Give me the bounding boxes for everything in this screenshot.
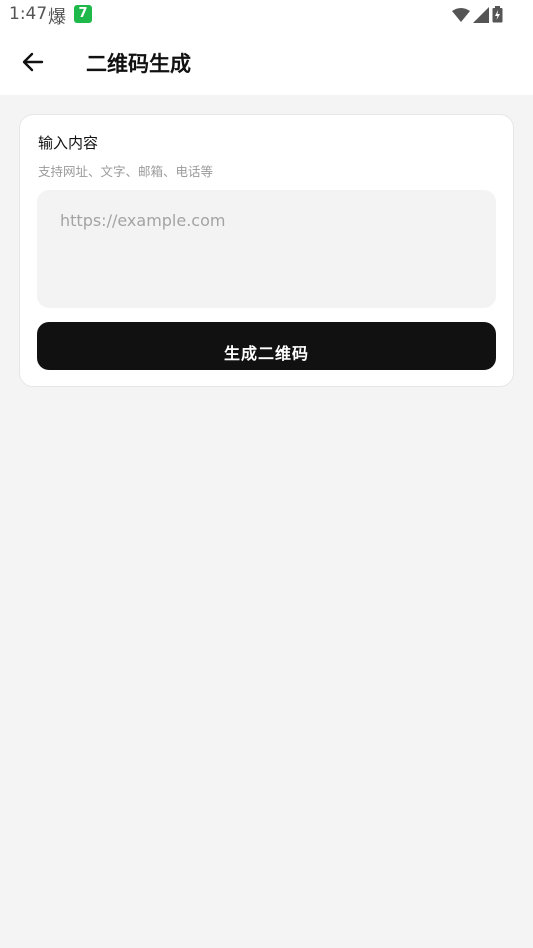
status-time: 1:47 [9,4,48,24]
generate-qr-button[interactable]: 生成二维码 [37,322,496,370]
content-input[interactable] [37,190,496,308]
status-icons [452,6,503,23]
arrow-left-icon [22,52,44,72]
app-notification-icon: 7 [74,5,92,23]
status-bar: 1:47 爆 7 [0,0,533,30]
app-bar: 二维码生成 [0,30,533,95]
wifi-icon [452,7,470,22]
input-section-hint: 支持网址、文字、邮箱、电话等 [38,164,214,179]
generate-qr-button-label: 生成二维码 [223,344,309,363]
battery-icon [492,6,503,23]
notification-icon: 爆 [48,7,66,28]
page-title: 二维码生成 [86,52,191,76]
input-card: 输入内容 支持网址、文字、邮箱、电话等 生成二维码 [19,114,514,387]
signal-icon [473,6,489,23]
input-section-title: 输入内容 [38,134,99,152]
back-button[interactable] [14,44,52,80]
